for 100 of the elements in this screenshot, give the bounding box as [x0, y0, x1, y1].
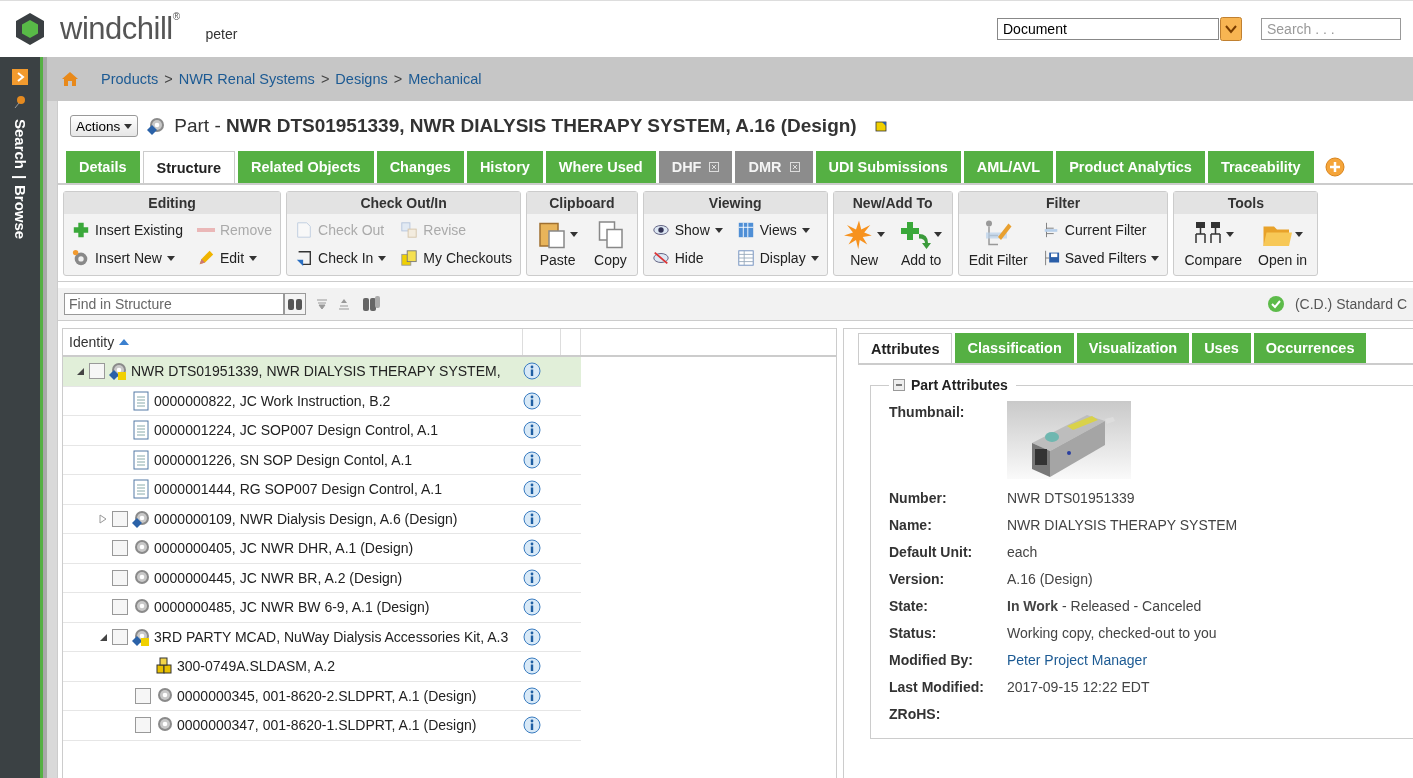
info-icon[interactable]: [523, 539, 541, 558]
status-icon: [874, 120, 887, 132]
toolbar-button[interactable]: Edit: [194, 245, 275, 271]
toolbar-button[interactable]: Insert New: [70, 245, 185, 271]
toolbar-button[interactable]: Views: [734, 217, 821, 243]
row-label: 300-0749A.SLDASM, A.2: [177, 658, 335, 675]
field-label: Thumbnail:: [889, 403, 966, 420]
checkbox[interactable]: [135, 717, 151, 734]
toolbar-button[interactable]: Open in: [1254, 217, 1312, 270]
info-icon[interactable]: [523, 362, 541, 381]
page-icon: [295, 221, 314, 239]
toolbar-button[interactable]: Paste: [533, 217, 583, 270]
toolbar-button[interactable]: Insert Existing: [70, 217, 185, 243]
tab[interactable]: Structure: [142, 151, 236, 183]
checkbox[interactable]: [112, 628, 128, 645]
checkbox[interactable]: [89, 363, 105, 380]
search-link[interactable]: Search: [11, 119, 29, 170]
field-value: A.16 (Design): [1007, 570, 1093, 587]
document-icon: [131, 390, 151, 411]
breadcrumb-separator: >: [320, 71, 330, 87]
page-title: Part - NWR DTS01951339, NWR DIALYSIS THERAPY SYSTEM, A.16 (Design): [174, 115, 857, 137]
find-field[interactable]: Find in Structure: [64, 293, 284, 315]
table-icon: [736, 249, 755, 267]
caret-icon: [124, 123, 133, 129]
toolbar-button[interactable]: New: [839, 217, 889, 270]
document-icon: [131, 449, 151, 470]
eye-slash-icon: [651, 249, 670, 267]
info-icon[interactable]: [523, 716, 541, 735]
toolbar-button[interactable]: Add to: [896, 217, 946, 270]
info-icon[interactable]: [523, 598, 541, 617]
blocks-icon: [154, 656, 174, 677]
info-icon[interactable]: [523, 657, 541, 676]
checkbox[interactable]: [135, 687, 151, 704]
info-icon[interactable]: [523, 686, 541, 705]
toolbar-button[interactable]: Show: [649, 217, 725, 243]
minus-icon: [196, 227, 215, 233]
tab[interactable]: Attributes: [858, 333, 953, 363]
filter-status: (C.D.) Standard C: [1294, 296, 1407, 312]
column-header[interactable]: Identity: [63, 329, 523, 355]
info-icon[interactable]: [523, 509, 541, 528]
group-title: Clipboard: [527, 192, 637, 214]
checkbox[interactable]: [112, 540, 128, 557]
field-label: Name:: [889, 516, 933, 533]
field-label: Status:: [889, 624, 938, 641]
gear-icon: [131, 626, 151, 647]
next-icon[interactable]: [316, 298, 328, 310]
toolbar-button[interactable]: Display: [734, 245, 821, 271]
gear-icon: [108, 361, 128, 382]
info-icon[interactable]: [523, 450, 541, 469]
field-value: each: [1007, 543, 1038, 560]
check-circle-icon: [1266, 295, 1285, 313]
checkbox[interactable]: [112, 510, 128, 527]
field-label: Version:: [889, 570, 946, 587]
breadcrumb-link[interactable]: Designs: [335, 71, 388, 87]
toolbar-button[interactable]: Check In: [293, 245, 389, 271]
collapse-icon[interactable]: [893, 379, 905, 391]
row-label: 0000000822, JC Work Instruction, B.2: [154, 392, 391, 409]
row-label: 0000000347, 001-8620-1.SLDPRT, A.1 (Design): [177, 717, 477, 734]
toolbar-button[interactable]: Hide: [649, 245, 725, 271]
toolbar-button[interactable]: Copy: [590, 217, 631, 270]
add-tab-icon[interactable]: [1324, 157, 1345, 177]
row-label: 3RD PARTY MCAD, NuWay Dialysis Accessories Kit, A.3: [154, 628, 509, 645]
user-name: peter: [205, 26, 238, 42]
checkouts-icon: [400, 249, 419, 267]
breadcrumb-link[interactable]: Mechanical: [408, 71, 482, 87]
checkbox[interactable]: [112, 599, 128, 616]
toolbar-button[interactable]: My Checkouts: [398, 245, 515, 271]
field-label: ZRoHS:: [889, 705, 942, 722]
row-label: 0000000405, JC NWR DHR, A.1 (Design): [154, 540, 414, 557]
grid-icon: [736, 221, 755, 239]
info-icon[interactable]: [523, 627, 541, 646]
toolbar-button[interactable]: Edit Filter: [964, 217, 1032, 271]
info-icon[interactable]: [523, 391, 541, 410]
tree-row[interactable]: NWR DTS01951339, NWR DIALYSIS THERAPY SYSTEM,: [63, 357, 581, 387]
previous-icon[interactable]: [338, 298, 350, 310]
toolbar-button[interactable]: Saved Filters: [1039, 245, 1162, 271]
binoculars-icon[interactable]: [360, 295, 382, 313]
group-title: Viewing: [643, 192, 827, 214]
info-icon[interactable]: [523, 480, 541, 499]
row-label: 0000000109, NWR Dialysis Design, A.6 (Design): [154, 510, 458, 527]
logo-text: windchill$^{®}$: [60, 11, 180, 47]
binoculars-icon[interactable]: [284, 293, 306, 315]
check-in-icon: [295, 249, 314, 267]
group-title: Filter: [958, 192, 1168, 214]
checkbox[interactable]: [112, 569, 128, 586]
breadcrumb-link[interactable]: Products: [101, 71, 159, 87]
field-label: State:: [889, 597, 929, 614]
info-icon[interactable]: [523, 421, 541, 440]
search-field[interactable]: Search . . .: [1261, 18, 1401, 40]
document-icon: [131, 479, 151, 500]
toolbar-button[interactable]: Current Filter: [1039, 217, 1162, 243]
field-link[interactable]: Peter Project Manager: [1007, 647, 1148, 668]
actions-button[interactable]: Actions: [70, 115, 139, 137]
gear-icon: [72, 249, 90, 267]
toolbar-button[interactable]: Compare: [1180, 217, 1247, 270]
breadcrumb-link[interactable]: NWR Renal Systems: [178, 71, 315, 87]
browse-link[interactable]: Browse: [11, 185, 29, 240]
pin-icon[interactable]: [14, 95, 26, 109]
group-title: Check Out/In: [287, 192, 521, 214]
info-icon[interactable]: [523, 568, 541, 587]
